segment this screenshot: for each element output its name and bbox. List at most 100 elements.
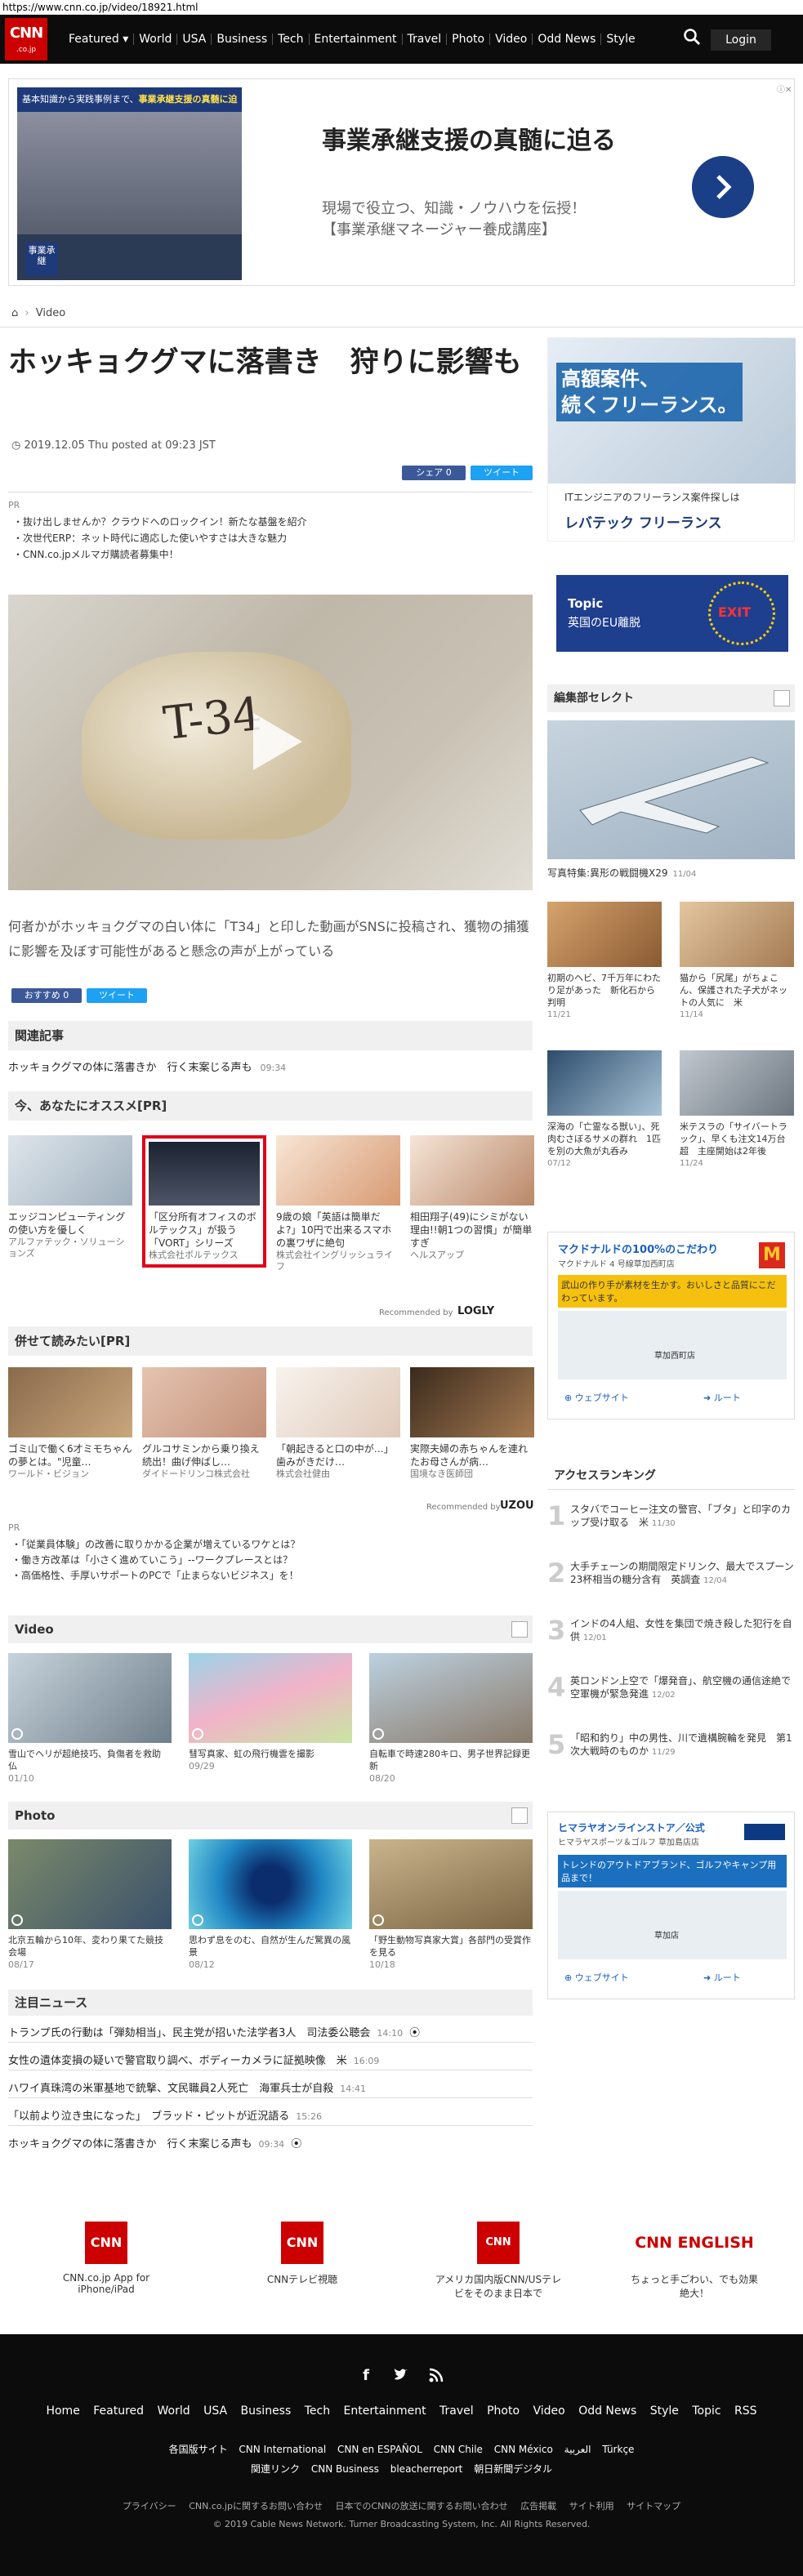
nav-usa[interactable]: USA (176, 33, 211, 45)
recommend-card[interactable]: 9歳の娘「英語は簡単だよ?」10円で出来るスマホの裏ワザに絶句 株式会社イングリッ… (276, 1135, 400, 1272)
ranking-item[interactable]: 1 スタバでコーヒー注文の警官、「ブタ」と印字のカップ受け取る 米 11/30 (547, 1503, 795, 1531)
ad-arrow-icon[interactable] (692, 156, 754, 218)
read-card[interactable]: ゴミ山で働く6才ミモちゃんの夢とは。"児童… ワールド・ビジョン (8, 1367, 132, 1480)
photo-section-heading[interactable]: Photo (8, 1802, 533, 1829)
route-button[interactable]: ➜ ルート (703, 1971, 741, 1984)
featured-caption[interactable]: 写真特集:異形の戦闘機X29 11/04 (547, 866, 696, 880)
footer-link-topic[interactable]: Topic (692, 2404, 720, 2418)
grid-card[interactable]: 猫から「尻尾」がちょこん、保護された子犬がネットの人気に 米 11/14 (680, 902, 794, 1021)
footer-link[interactable]: プライバシー (123, 2501, 176, 2511)
pr-link[interactable]: ・次世代ERP：ネット時代に適応した使いやすさは大きな魅力 (13, 530, 307, 546)
read-card[interactable]: 実際夫婦の赤ちゃんを連れたお母さんが病… 国境なき医師団 (410, 1367, 534, 1480)
ranking-item[interactable]: 3 インドの4人組、女性を集団で焼き殺した犯行を自供 12/01 (547, 1617, 795, 1645)
nav-tech[interactable]: Tech (272, 33, 308, 45)
nav-business[interactable]: Business (211, 33, 272, 45)
pr-link[interactable]: ・CNN.co.jpメルマガ購読者募集中！ (13, 546, 307, 563)
news-item[interactable]: ホッキョクグマの体に落書きか 行く末案じる声も 09:34 ⦿ (8, 2135, 533, 2150)
facebook-icon[interactable]: f (358, 2367, 374, 2384)
app-link[interactable]: CNN US アメリカ国内版CNN/USテレビをそのまま日本で (433, 2222, 564, 2300)
chevron-right-icon[interactable] (774, 690, 790, 706)
news-item[interactable]: ハワイ真珠湾の米軍基地で銃撃、文民職員2人死亡 海軍兵士が自殺 14:41 (8, 2079, 533, 2095)
grid-card[interactable]: 初期のヘビ、7千万年にわたり足があった 新化石から判明 11/21 (547, 902, 662, 1021)
website-button[interactable]: ⊕ ウェブサイト (564, 1391, 629, 1404)
top-banner-ad[interactable]: ⓘ✕ 基本知識から実践事例まで、事業承継支援の真髄に迫る! 事業承継 事業承継支… (8, 78, 795, 286)
footer-link[interactable]: CNN Business (311, 2463, 379, 2475)
footer-link-odd-news[interactable]: Odd News (578, 2404, 636, 2418)
twitter-tweet-button[interactable]: ツイート (87, 988, 147, 1003)
pr-link[interactable]: ・「従業員体験」の改善に取りかかる企業が増えているワケとは？ (11, 1537, 300, 1553)
footer-link-world[interactable]: World (158, 2404, 190, 2418)
facebook-like-button[interactable]: おすすめ 0 (11, 988, 82, 1003)
footer-link-home[interactable]: Home (46, 2404, 79, 2418)
footer-link-business[interactable]: Business (241, 2404, 292, 2418)
chevron-right-icon[interactable] (511, 1807, 528, 1824)
recommend-card[interactable]: エッジコンピューティングの使い方を優しく アルファテック・ソリューションズ (8, 1135, 132, 1259)
logly-logo[interactable]: LOGLY (457, 1305, 494, 1317)
login-button[interactable]: Login (711, 29, 771, 51)
recommend-card[interactable]: 相田翔子(49)にシミがない理由!!朝1つの習慣」が簡単すぎ ヘルスアップ (410, 1135, 534, 1261)
news-item[interactable]: トランプ氏の行動は「弾劾相当」、民主党が招いた法学者3人 司法委公聴会 14:10… (8, 2024, 533, 2039)
footer-link[interactable]: bleacherreport (390, 2463, 463, 2475)
twitter-icon[interactable] (393, 2367, 409, 2383)
related-article-link[interactable]: ホッキョクグマの体に落書きか 行く末案じる声も 09:34 (8, 1058, 533, 1074)
pr-link[interactable]: ・働き方改革は「小さく進めていこう」--ワークプレースとは？ (11, 1553, 300, 1568)
nav-featured[interactable]: Featured ▾ (64, 33, 133, 45)
footer-link-video[interactable]: Video (533, 2404, 565, 2418)
photo-card[interactable]: 「野生動物写真家大賞」各部門の受賞作を見る 10/18 (369, 1839, 533, 1971)
footer-link[interactable]: Türkçe (602, 2444, 634, 2455)
grid-card[interactable]: 米テスラの「サイバートラック」、早くも注文14万台超 主座開始は2年後 11/24 (680, 1050, 794, 1170)
read-card[interactable]: 「朝起きると口の中が…」歯みがきだけ… 株式会社健由 (276, 1367, 400, 1480)
footer-link[interactable]: 朝日新聞デジタル (474, 2463, 552, 2475)
footer-link[interactable]: 日本でのCNNの放送に関するお問い合わせ (335, 2501, 507, 2511)
nav-entertainment[interactable]: Entertainment (308, 33, 402, 45)
facebook-share-button[interactable]: シェア 0 (402, 466, 466, 480)
home-icon[interactable]: ⌂ (11, 307, 18, 319)
app-link[interactable]: CNN ENGLISH ちょっと手ごわい、でも効果絶大！ (629, 2222, 760, 2300)
footer-link-photo[interactable]: Photo (487, 2404, 520, 2418)
nav-world[interactable]: World (133, 33, 176, 45)
search-icon[interactable] (683, 28, 701, 46)
app-link[interactable]: CNN CNNテレビ視聴 (237, 2222, 368, 2286)
featured-photo[interactable] (547, 720, 795, 859)
ranking-item[interactable]: 5 「昭和釣り」中の男性、川で遺構腕輪を発見 第1次大戦時のものか 11/29 (547, 1731, 795, 1759)
side-ad-freelance[interactable]: 高額案件、 続くフリーランス。 ITエンジニアのフリーランス案件探しは レバテック… (547, 337, 796, 541)
video-card[interactable]: 雪山でヘリが超絶技巧、負傷者を救助 仏 01/10 (8, 1653, 172, 1785)
breadcrumb-video[interactable]: Video (36, 307, 65, 319)
editor-select-heading[interactable]: 編集部セレクト (547, 684, 795, 712)
app-link[interactable]: CNN CNN.co.jp App for iPhone/iPad (41, 2222, 172, 2295)
news-item[interactable]: 「以前より泣き虫になった」 ブラッド・ピットが近況語る 15:26 (8, 2107, 533, 2123)
photo-card[interactable]: 思わず息をのむ、自然が生んだ驚異の風景 08/12 (189, 1839, 352, 1971)
footer-link-travel[interactable]: Travel (439, 2404, 474, 2418)
topic-banner[interactable]: Topic 英国のEU離脱 EXIT (556, 575, 788, 652)
footer-link[interactable]: サイト利用 (569, 2501, 614, 2511)
route-button[interactable]: ➜ ルート (703, 1391, 741, 1404)
nav-odd-news[interactable]: Odd News (532, 33, 600, 45)
footer-link[interactable]: العربية (564, 2444, 591, 2455)
recommend-card[interactable]: 「区分所有オフィスのボルテックス」が扱う「VORT」シリーズ 株式会社ボルテックス (142, 1135, 266, 1268)
map[interactable] (558, 1311, 787, 1379)
nav-travel[interactable]: Travel (401, 33, 447, 45)
play-icon[interactable] (237, 705, 310, 778)
ad-choices-icon[interactable]: ⓘ✕ (777, 82, 792, 95)
chevron-right-icon[interactable] (511, 1621, 528, 1638)
twitter-share-button[interactable]: ツイート (471, 466, 533, 480)
photo-card[interactable]: 北京五輪から10年、変わり果てた競技会場 08/17 (8, 1839, 172, 1971)
footer-link-usa[interactable]: USA (203, 2404, 227, 2418)
footer-link[interactable]: CNN.co.jpに関するお問い合わせ (189, 2501, 323, 2511)
pr-link[interactable]: ・抜け出しませんか？クラウドへのロックイン！新たな基盤を紹介 (13, 514, 307, 530)
grid-card[interactable]: 深海の「亡霊なる獣い」、死肉むさぼるサメの群れ 1匹を別の大魚が丸呑み 07/12 (547, 1050, 662, 1170)
website-button[interactable]: ⊕ ウェブサイト (564, 1971, 629, 1984)
footer-link[interactable]: CNN en ESPAÑOL (337, 2444, 422, 2455)
nav-video[interactable]: Video (489, 33, 532, 45)
footer-link[interactable]: CNN International (239, 2444, 326, 2455)
uzou-logo[interactable]: UZOU (500, 1500, 534, 1512)
map-ad-himaraya[interactable]: ヒマラヤオンラインストア／公式 ヒマラヤスポーツ＆ゴルフ 草加島店店 トレンドの… (547, 1812, 795, 1999)
pr-link[interactable]: ・高価格性、手厚いサポートのPCで「止まらないビジネス」を！ (11, 1568, 300, 1584)
ranking-item[interactable]: 4 英ロンドン上空で「爆発音」、航空機の通信途絶で空軍機が緊急発進 12/02 (547, 1674, 795, 1702)
footer-link-rss[interactable]: RSS (734, 2404, 757, 2418)
footer-link-entertainment[interactable]: Entertainment (344, 2404, 426, 2418)
ranking-item[interactable]: 2 大手チェーンの期間限定ドリンク、最大でスプーン23杯相当の糖分含有 英調査 1… (547, 1560, 795, 1588)
video-card[interactable]: 彗写真家、虹の飛行機雲を撮影 09/29 (189, 1653, 352, 1772)
map-ad-mcdonalds[interactable]: マクドナルドの100%のこだわり マクドナルド 4 号線草加西町店 M 武山の作… (547, 1232, 795, 1419)
ad-title[interactable]: 事業承継支援の真髄に迫る (322, 120, 616, 156)
